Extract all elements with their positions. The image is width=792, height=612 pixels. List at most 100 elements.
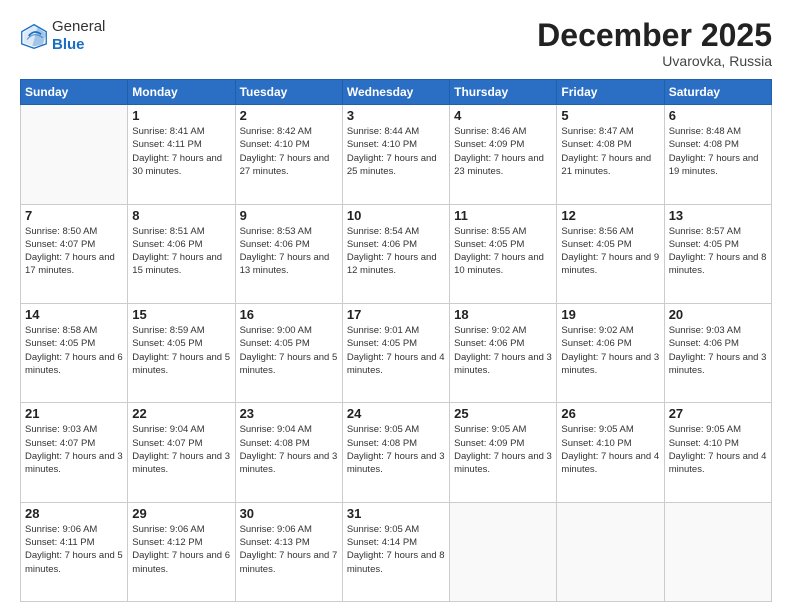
title-block: December 2025 Uvarovka, Russia xyxy=(537,18,772,69)
calendar-week-4: 21 Sunrise: 9:03 AMSunset: 4:07 PMDayligh… xyxy=(21,403,772,502)
day-number: 1 xyxy=(132,108,230,123)
calendar-header: Sunday Monday Tuesday Wednesday Thursday… xyxy=(21,80,772,105)
calendar-cell: 20 Sunrise: 9:03 AMSunset: 4:06 PMDayligh… xyxy=(664,303,771,402)
day-number: 26 xyxy=(561,406,659,421)
logo-blue: Blue xyxy=(52,36,85,53)
calendar-week-2: 7 Sunrise: 8:50 AMSunset: 4:07 PMDaylight… xyxy=(21,204,772,303)
day-info: Sunrise: 9:06 AMSunset: 4:12 PMDaylight:… xyxy=(132,523,230,576)
logo: General Blue xyxy=(20,18,105,54)
calendar-cell: 7 Sunrise: 8:50 AMSunset: 4:07 PMDaylight… xyxy=(21,204,128,303)
day-info: Sunrise: 9:05 AMSunset: 4:10 PMDaylight:… xyxy=(561,423,659,476)
day-info: Sunrise: 8:58 AMSunset: 4:05 PMDaylight:… xyxy=(25,324,123,377)
calendar-cell: 21 Sunrise: 9:03 AMSunset: 4:07 PMDayligh… xyxy=(21,403,128,502)
calendar-week-1: 1 Sunrise: 8:41 AMSunset: 4:11 PMDaylight… xyxy=(21,105,772,204)
header-sunday: Sunday xyxy=(21,80,128,105)
calendar-cell: 31 Sunrise: 9:05 AMSunset: 4:14 PMDayligh… xyxy=(342,502,449,601)
day-number: 3 xyxy=(347,108,445,123)
day-info: Sunrise: 8:46 AMSunset: 4:09 PMDaylight:… xyxy=(454,125,552,178)
calendar-cell: 29 Sunrise: 9:06 AMSunset: 4:12 PMDayligh… xyxy=(128,502,235,601)
day-number: 8 xyxy=(132,208,230,223)
calendar-cell: 15Sunrise: 8:59 AMSunset: 4:05 PMDayligh… xyxy=(128,303,235,402)
calendar-cell: 6Sunrise: 8:48 AMSunset: 4:08 PMDaylight… xyxy=(664,105,771,204)
header-monday: Monday xyxy=(128,80,235,105)
calendar-cell: 16 Sunrise: 9:00 AMSunset: 4:05 PMDayligh… xyxy=(235,303,342,402)
day-number: 18 xyxy=(454,307,552,322)
calendar-cell: 27 Sunrise: 9:05 AMSunset: 4:10 PMDayligh… xyxy=(664,403,771,502)
day-info: Sunrise: 9:05 AMSunset: 4:09 PMDaylight:… xyxy=(454,423,552,476)
day-number: 15 xyxy=(132,307,230,322)
calendar-cell: 4 Sunrise: 8:46 AMSunset: 4:09 PMDaylight… xyxy=(450,105,557,204)
calendar-cell xyxy=(21,105,128,204)
calendar-cell: 26 Sunrise: 9:05 AMSunset: 4:10 PMDayligh… xyxy=(557,403,664,502)
day-number: 2 xyxy=(240,108,338,123)
day-info: Sunrise: 8:44 AMSunset: 4:10 PMDaylight:… xyxy=(347,125,445,178)
calendar-cell: 12 Sunrise: 8:56 AMSunset: 4:05 PMDayligh… xyxy=(557,204,664,303)
day-info: Sunrise: 8:42 AMSunset: 4:10 PMDaylight:… xyxy=(240,125,338,178)
header: General Blue December 2025 Uvarovka, Rus… xyxy=(20,18,772,69)
calendar-table: Sunday Monday Tuesday Wednesday Thursday… xyxy=(20,79,772,602)
day-number: 22 xyxy=(132,406,230,421)
calendar-week-5: 28Sunrise: 9:06 AMSunset: 4:11 PMDayligh… xyxy=(21,502,772,601)
day-number: 31 xyxy=(347,506,445,521)
calendar-cell xyxy=(557,502,664,601)
day-info: Sunrise: 8:56 AMSunset: 4:05 PMDaylight:… xyxy=(561,225,659,278)
calendar-cell: 5 Sunrise: 8:47 AMSunset: 4:08 PMDaylight… xyxy=(557,105,664,204)
weekday-row: Sunday Monday Tuesday Wednesday Thursday… xyxy=(21,80,772,105)
calendar-body: 1 Sunrise: 8:41 AMSunset: 4:11 PMDaylight… xyxy=(21,105,772,602)
calendar-cell: 3 Sunrise: 8:44 AMSunset: 4:10 PMDaylight… xyxy=(342,105,449,204)
calendar-cell: 14 Sunrise: 8:58 AMSunset: 4:05 PMDayligh… xyxy=(21,303,128,402)
day-info: Sunrise: 9:05 AMSunset: 4:10 PMDaylight:… xyxy=(669,423,767,476)
day-number: 4 xyxy=(454,108,552,123)
day-info: Sunrise: 8:53 AMSunset: 4:06 PMDaylight:… xyxy=(240,225,338,278)
header-saturday: Saturday xyxy=(664,80,771,105)
day-info: Sunrise: 9:03 AMSunset: 4:07 PMDaylight:… xyxy=(25,423,123,476)
calendar-cell: 24Sunrise: 9:05 AMSunset: 4:08 PMDayligh… xyxy=(342,403,449,502)
day-number: 10 xyxy=(347,208,445,223)
calendar-cell: 30Sunrise: 9:06 AMSunset: 4:13 PMDayligh… xyxy=(235,502,342,601)
day-number: 14 xyxy=(25,307,123,322)
day-number: 16 xyxy=(240,307,338,322)
day-info: Sunrise: 8:41 AMSunset: 4:11 PMDaylight:… xyxy=(132,125,230,178)
day-number: 27 xyxy=(669,406,767,421)
calendar-cell: 11Sunrise: 8:55 AMSunset: 4:05 PMDayligh… xyxy=(450,204,557,303)
calendar-cell: 25Sunrise: 9:05 AMSunset: 4:09 PMDayligh… xyxy=(450,403,557,502)
day-info: Sunrise: 9:01 AMSunset: 4:05 PMDaylight:… xyxy=(347,324,445,377)
day-number: 21 xyxy=(25,406,123,421)
calendar-cell xyxy=(664,502,771,601)
day-info: Sunrise: 8:47 AMSunset: 4:08 PMDaylight:… xyxy=(561,125,659,178)
month-title: December 2025 xyxy=(537,18,772,53)
header-thursday: Thursday xyxy=(450,80,557,105)
header-tuesday: Tuesday xyxy=(235,80,342,105)
day-number: 5 xyxy=(561,108,659,123)
calendar-cell: 8Sunrise: 8:51 AMSunset: 4:06 PMDaylight… xyxy=(128,204,235,303)
day-number: 7 xyxy=(25,208,123,223)
calendar-cell: 2 Sunrise: 8:42 AMSunset: 4:10 PMDaylight… xyxy=(235,105,342,204)
calendar-cell xyxy=(450,502,557,601)
calendar-cell: 10Sunrise: 8:54 AMSunset: 4:06 PMDayligh… xyxy=(342,204,449,303)
day-info: Sunrise: 9:05 AMSunset: 4:08 PMDaylight:… xyxy=(347,423,445,476)
day-info: Sunrise: 9:03 AMSunset: 4:06 PMDaylight:… xyxy=(669,324,767,377)
calendar-cell: 19Sunrise: 9:02 AMSunset: 4:06 PMDayligh… xyxy=(557,303,664,402)
day-number: 12 xyxy=(561,208,659,223)
day-info: Sunrise: 8:50 AMSunset: 4:07 PMDaylight:… xyxy=(25,225,123,278)
day-info: Sunrise: 8:55 AMSunset: 4:05 PMDaylight:… xyxy=(454,225,552,278)
calendar-cell: 28Sunrise: 9:06 AMSunset: 4:11 PMDayligh… xyxy=(21,502,128,601)
day-info: Sunrise: 9:06 AMSunset: 4:11 PMDaylight:… xyxy=(25,523,123,576)
calendar-cell: 22 Sunrise: 9:04 AMSunset: 4:07 PMDayligh… xyxy=(128,403,235,502)
day-info: Sunrise: 9:04 AMSunset: 4:07 PMDaylight:… xyxy=(132,423,230,476)
day-info: Sunrise: 8:48 AMSunset: 4:08 PMDaylight:… xyxy=(669,125,767,178)
day-number: 30 xyxy=(240,506,338,521)
page: General Blue December 2025 Uvarovka, Rus… xyxy=(0,0,792,612)
day-info: Sunrise: 9:00 AMSunset: 4:05 PMDaylight:… xyxy=(240,324,338,377)
calendar-cell: 13Sunrise: 8:57 AMSunset: 4:05 PMDayligh… xyxy=(664,204,771,303)
day-info: Sunrise: 9:04 AMSunset: 4:08 PMDaylight:… xyxy=(240,423,338,476)
day-number: 23 xyxy=(240,406,338,421)
day-number: 20 xyxy=(669,307,767,322)
day-number: 9 xyxy=(240,208,338,223)
calendar-cell: 1 Sunrise: 8:41 AMSunset: 4:11 PMDaylight… xyxy=(128,105,235,204)
day-info: Sunrise: 9:05 AMSunset: 4:14 PMDaylight:… xyxy=(347,523,445,576)
logo-text: General Blue xyxy=(52,18,105,54)
day-info: Sunrise: 9:02 AMSunset: 4:06 PMDaylight:… xyxy=(561,324,659,377)
day-number: 29 xyxy=(132,506,230,521)
header-friday: Friday xyxy=(557,80,664,105)
